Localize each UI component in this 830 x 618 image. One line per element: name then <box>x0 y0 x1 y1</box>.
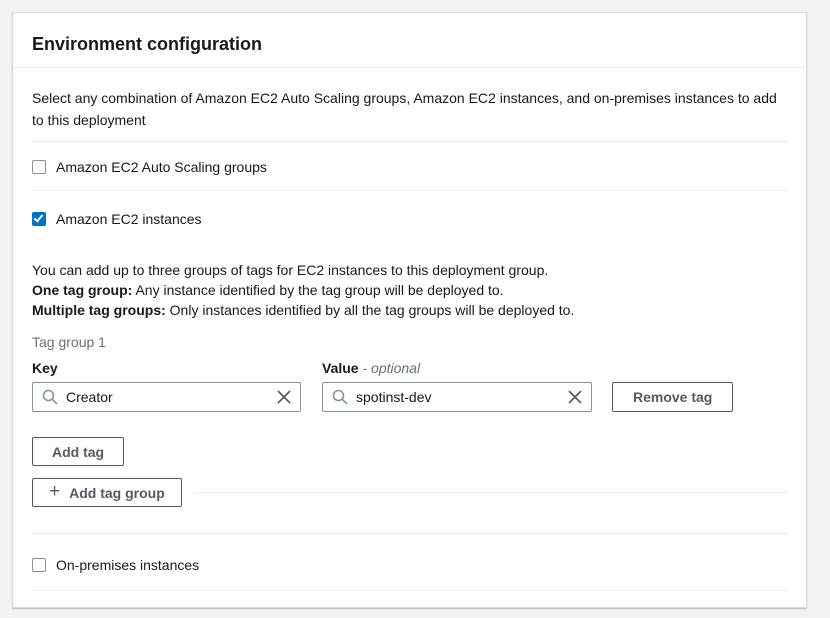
panel-body: Select any combination of Amazon EC2 Aut… <box>13 87 806 591</box>
divider <box>32 533 788 534</box>
tag-help-line-3-bold: Multiple tag groups: <box>32 302 166 318</box>
environment-configuration-panel: Environment configuration Select any com… <box>12 12 807 608</box>
page-title: Environment configuration <box>32 33 787 55</box>
checkbox-row-on-premises[interactable]: On-premises instances <box>32 555 788 575</box>
add-tag-button[interactable]: Add tag <box>32 437 124 466</box>
value-optional-text: - optional <box>362 360 420 376</box>
value-input[interactable] <box>322 382 592 412</box>
divider <box>193 492 788 493</box>
panel-header: Environment configuration <box>13 13 806 68</box>
auto-scaling-groups-label: Amazon EC2 Auto Scaling groups <box>56 159 267 175</box>
key-search-box <box>32 382 301 412</box>
add-tag-group-button[interactable]: + Add tag group <box>32 478 182 507</box>
remove-tag-button[interactable]: Remove tag <box>612 382 733 412</box>
auto-scaling-groups-checkbox[interactable] <box>32 160 46 174</box>
tag-row: Key Value - optional <box>32 359 788 412</box>
on-premises-checkbox[interactable] <box>32 558 46 572</box>
search-icon <box>42 389 58 405</box>
clear-key-icon[interactable] <box>276 389 292 405</box>
tag-help-line-3-rest: Only instances identified by all the tag… <box>166 302 575 318</box>
ec2-instances-checkbox[interactable] <box>32 212 46 226</box>
key-field-column: Key <box>32 359 301 412</box>
tag-help-line-2-rest: Any instance identified by the tag group… <box>132 282 503 298</box>
tag-help-line-2-bold: One tag group: <box>32 282 132 298</box>
check-icon <box>34 212 44 222</box>
plus-icon: + <box>49 482 60 501</box>
key-label: Key <box>32 359 301 377</box>
key-input[interactable] <box>32 382 301 412</box>
ec2-instances-label: Amazon EC2 instances <box>56 211 202 227</box>
clear-value-icon[interactable] <box>567 389 583 405</box>
divider <box>32 590 788 591</box>
value-field-column: Value - optional <box>322 359 592 412</box>
tag-help-line-3: Multiple tag groups: Only instances iden… <box>32 300 788 320</box>
tag-help-line-2: One tag group: Any instance identified b… <box>32 280 788 300</box>
add-tag-group-label: Add tag group <box>69 485 165 501</box>
value-search-box <box>322 382 592 412</box>
search-icon <box>332 389 348 405</box>
on-premises-label: On-premises instances <box>56 557 199 573</box>
intro-text: Select any combination of Amazon EC2 Aut… <box>32 87 788 131</box>
add-tag-group-row: + Add tag group <box>32 478 788 507</box>
divider <box>32 190 788 191</box>
value-label: Value - optional <box>322 359 592 377</box>
tag-help-line-1: You can add up to three groups of tags f… <box>32 260 788 280</box>
divider <box>32 141 788 142</box>
tag-group-title: Tag group 1 <box>32 333 788 351</box>
value-label-text: Value <box>322 360 359 376</box>
checkbox-row-auto-scaling-groups[interactable]: Amazon EC2 Auto Scaling groups <box>32 157 788 177</box>
checkbox-row-ec2-instances[interactable]: Amazon EC2 instances <box>32 208 788 230</box>
tag-help-text: You can add up to three groups of tags f… <box>32 260 788 320</box>
